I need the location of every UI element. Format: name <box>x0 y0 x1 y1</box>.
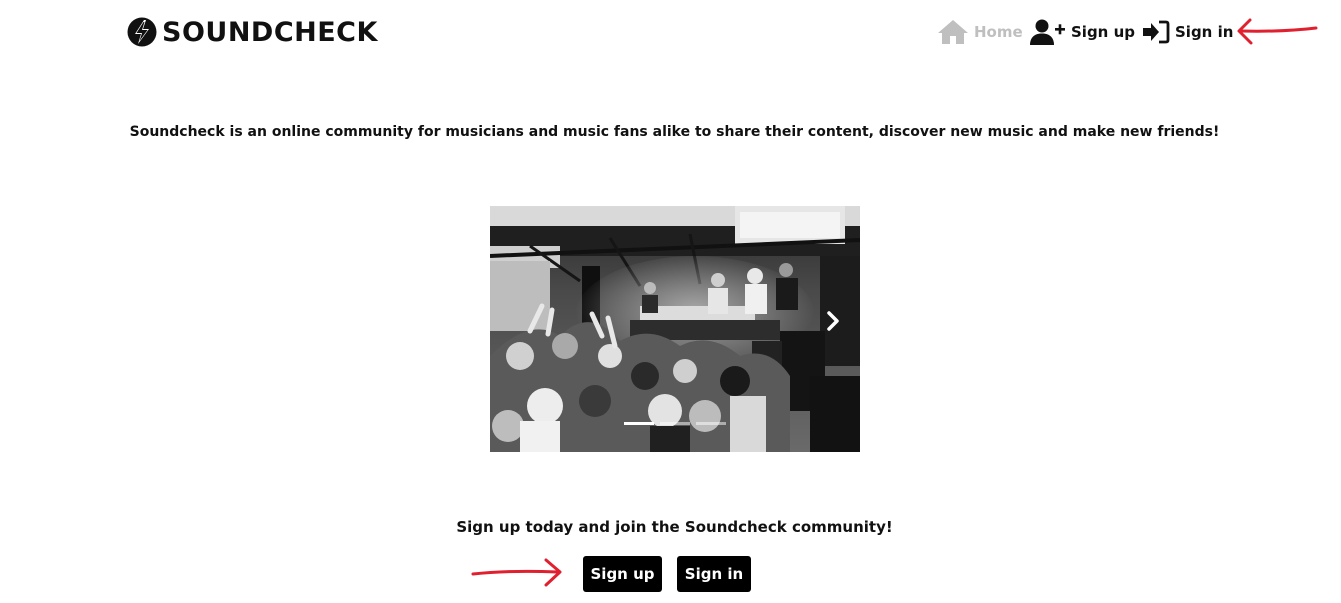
logo[interactable]: SOUNDCHECK <box>126 14 378 50</box>
carousel-slide-image <box>490 206 860 452</box>
annotation-arrow-icon <box>1237 18 1318 45</box>
annotation-arrow-icon <box>471 558 562 587</box>
lightning-circle-icon <box>127 17 157 47</box>
sign-in-icon <box>1143 20 1170 44</box>
carousel-indicator[interactable] <box>624 422 654 425</box>
carousel-indicators <box>624 422 726 425</box>
nav-signin[interactable]: Sign in <box>1142 14 1233 50</box>
home-icon <box>938 20 968 44</box>
user-plus-icon <box>1030 19 1065 45</box>
intro-text: Soundcheck is an online community for mu… <box>129 124 1220 140</box>
nav-home-label: Home <box>974 23 1023 41</box>
page: SOUNDCHECK Home Sign up Sign in Soundche… <box>0 0 1341 603</box>
carousel-next-button[interactable] <box>822 308 844 334</box>
signup-button[interactable]: Sign up <box>583 556 662 592</box>
nav-signup-label: Sign up <box>1071 23 1135 41</box>
image-carousel[interactable] <box>490 206 860 452</box>
signin-button[interactable]: Sign in <box>677 556 751 592</box>
nav-signup[interactable]: Sign up <box>1030 14 1135 50</box>
carousel-indicator[interactable] <box>696 422 726 425</box>
chevron-right-icon <box>827 311 839 331</box>
nav-signin-label: Sign in <box>1175 23 1234 41</box>
carousel-indicator[interactable] <box>660 422 690 425</box>
nav-home[interactable]: Home <box>937 14 1023 50</box>
logo-text: SOUNDCHECK <box>162 16 378 48</box>
cta-text: Sign up today and join the Soundcheck co… <box>456 518 893 536</box>
